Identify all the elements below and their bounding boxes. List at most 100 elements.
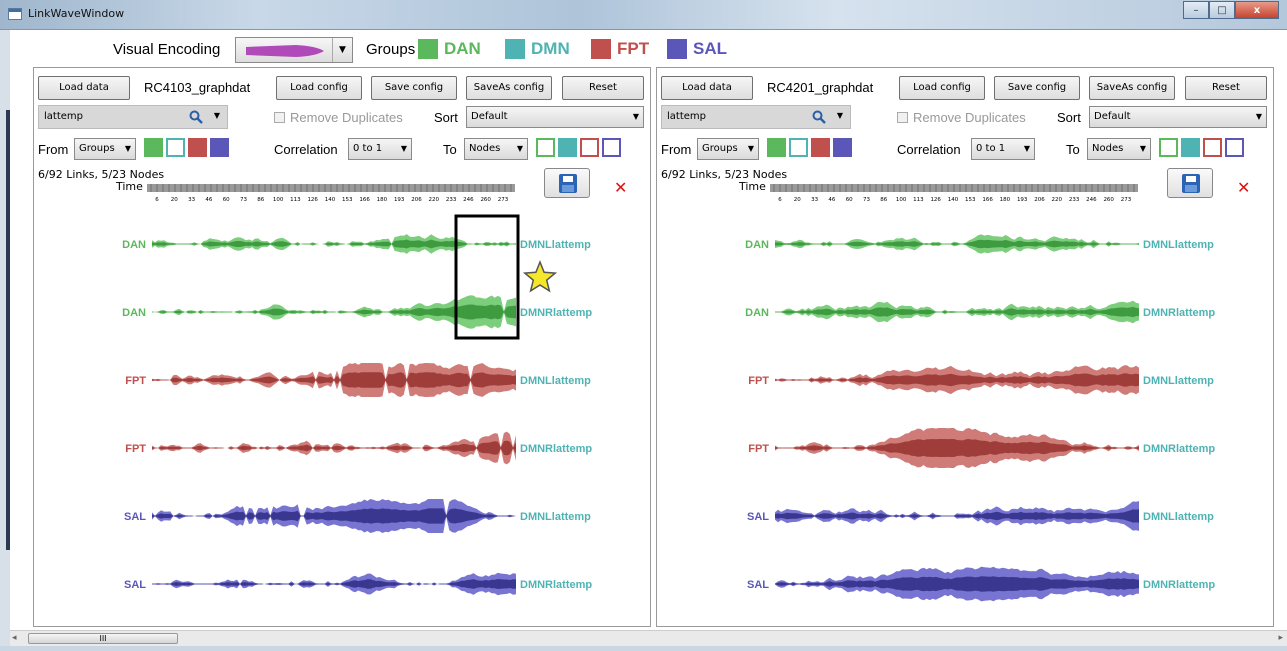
checkbox-box[interactable]: [274, 112, 285, 123]
toggle-dmn[interactable]: [166, 138, 185, 157]
legend-dmn: DMN: [505, 39, 570, 59]
visual-encoding-select[interactable]: ▼: [235, 37, 353, 63]
link-node-stats: 6/92 Links, 5/23 Nodes: [661, 168, 788, 181]
from-select[interactable]: Groups ▼: [697, 138, 759, 160]
toggle-sal[interactable]: [602, 138, 621, 157]
toggle-sal[interactable]: [1225, 138, 1244, 157]
row-source-label: FPT: [125, 375, 146, 387]
toggle-fpt[interactable]: [1203, 138, 1222, 157]
from-label: From: [661, 142, 692, 157]
time-tick-label: 113: [913, 197, 924, 203]
scroll-left-icon[interactable]: ◂: [12, 633, 17, 643]
time-label: Time: [739, 180, 766, 193]
toggle-dan[interactable]: [536, 138, 555, 157]
save-config-button[interactable]: Save config: [994, 76, 1080, 100]
toggle-dan[interactable]: [144, 138, 163, 157]
row-source-label: FPT: [748, 443, 769, 455]
from-label: From: [38, 142, 69, 157]
link-wave-row[interactable]: [775, 300, 1139, 324]
link-wave-row[interactable]: [775, 365, 1139, 395]
sort-select[interactable]: Default ▼: [466, 106, 644, 128]
correlation-select[interactable]: 0 to 1 ▼: [971, 138, 1035, 160]
chevron-down-icon: ▼: [516, 144, 523, 153]
load-data-button[interactable]: Load data: [661, 76, 753, 100]
link-wave-row[interactable]: [152, 234, 516, 254]
link-wave-row[interactable]: [775, 566, 1139, 602]
reset-button[interactable]: Reset: [1185, 76, 1267, 100]
link-wave-row[interactable]: [152, 295, 516, 329]
toggle-dmn[interactable]: [558, 138, 577, 157]
chevron-down-icon: ▼: [747, 144, 754, 153]
checkbox-box[interactable]: [897, 112, 908, 123]
wave-inner-band[interactable]: [775, 439, 1139, 457]
row-source-label: SAL: [124, 511, 146, 523]
to-label: To: [1066, 142, 1080, 157]
wave-inner-band[interactable]: [775, 373, 1139, 387]
link-wave-row[interactable]: [152, 499, 516, 533]
to-select[interactable]: Nodes ▼: [1087, 138, 1151, 160]
scroll-right-icon[interactable]: ▸: [1278, 633, 1283, 643]
close-panel-icon[interactable]: ✕: [614, 178, 627, 197]
row-target-label: DMNRlattemp: [1143, 307, 1215, 319]
minimize-button[interactable]: –: [1183, 1, 1209, 19]
row-source-label: SAL: [747, 579, 769, 591]
sort-select[interactable]: Default ▼: [1089, 106, 1267, 128]
close-panel-icon[interactable]: ✕: [1237, 178, 1250, 197]
toggle-fpt[interactable]: [580, 138, 599, 157]
reset-button[interactable]: Reset: [562, 76, 644, 100]
link-wave-row[interactable]: [775, 501, 1139, 531]
search-dropdown-icon[interactable]: ▼: [837, 111, 843, 120]
time-slider[interactable]: 6 20 33 46 60 73 86 100 113 126 140 153 166 180 193 206…: [147, 184, 515, 204]
maximize-button[interactable]: □: [1209, 1, 1235, 19]
search-icon[interactable]: [189, 110, 203, 124]
chevron-down-icon: ▼: [332, 38, 352, 62]
toggle-dan[interactable]: [767, 138, 786, 157]
toggle-fpt[interactable]: [811, 138, 830, 157]
load-config-button[interactable]: Load config: [276, 76, 362, 100]
link-wave-row[interactable]: [152, 363, 516, 397]
toggle-dan[interactable]: [1159, 138, 1178, 157]
save-view-button[interactable]: [1167, 168, 1213, 198]
comparison-panel-right: Load data RC4201_graphdat Load config Sa…: [656, 67, 1274, 627]
time-slider[interactable]: 6 20 33 46 60 73 86 100 113 126 140 153 166 180 193 206…: [770, 184, 1138, 204]
time-tick-label: 220: [429, 197, 440, 203]
remove-duplicates-checkbox[interactable]: Remove Duplicates: [897, 110, 1026, 125]
wave-inner-band[interactable]: [775, 239, 1139, 249]
remove-duplicates-checkbox[interactable]: Remove Duplicates: [274, 110, 403, 125]
toggle-sal[interactable]: [833, 138, 852, 157]
save-config-button[interactable]: Save config: [371, 76, 457, 100]
row-target-label: DMNRlattemp: [1143, 579, 1215, 591]
saveas-config-button[interactable]: SaveAs config: [466, 76, 552, 100]
app-icon: [8, 8, 22, 20]
to-select[interactable]: Nodes ▼: [464, 138, 528, 160]
saveas-config-button[interactable]: SaveAs config: [1089, 76, 1175, 100]
from-select[interactable]: Groups ▼: [74, 138, 136, 160]
search-input[interactable]: lattemp ▼: [38, 105, 228, 129]
time-label: Time: [116, 180, 143, 193]
load-data-button[interactable]: Load data: [38, 76, 130, 100]
toggle-dmn[interactable]: [1181, 138, 1200, 157]
visual-encoding-label: Visual Encoding: [113, 41, 221, 58]
scrollbar-thumb[interactable]: III: [28, 633, 178, 644]
search-icon[interactable]: [812, 110, 826, 124]
save-view-button[interactable]: [544, 168, 590, 198]
link-wave-row[interactable]: [775, 428, 1139, 468]
row-source-label: FPT: [125, 443, 146, 455]
row-target-label: DMNRlattemp: [520, 307, 592, 319]
toggle-dmn[interactable]: [789, 138, 808, 157]
toggle-fpt[interactable]: [188, 138, 207, 157]
link-wave-row[interactable]: [152, 431, 516, 465]
wave-inner-band[interactable]: [152, 304, 516, 320]
correlation-select[interactable]: 0 to 1 ▼: [348, 138, 412, 160]
link-wave-row[interactable]: [775, 234, 1139, 254]
horizontal-scrollbar[interactable]: ◂ III ▸: [10, 630, 1287, 646]
close-button[interactable]: x: [1235, 1, 1279, 19]
search-dropdown-icon[interactable]: ▼: [214, 111, 220, 120]
wave-inner-band[interactable]: [152, 372, 516, 388]
search-input[interactable]: lattemp ▼: [661, 105, 851, 129]
load-config-button[interactable]: Load config: [899, 76, 985, 100]
toggle-sal[interactable]: [210, 138, 229, 157]
link-wave-row[interactable]: [152, 572, 516, 596]
chevron-down-icon: ▼: [1023, 144, 1030, 153]
time-tick-label: 100: [273, 197, 284, 203]
